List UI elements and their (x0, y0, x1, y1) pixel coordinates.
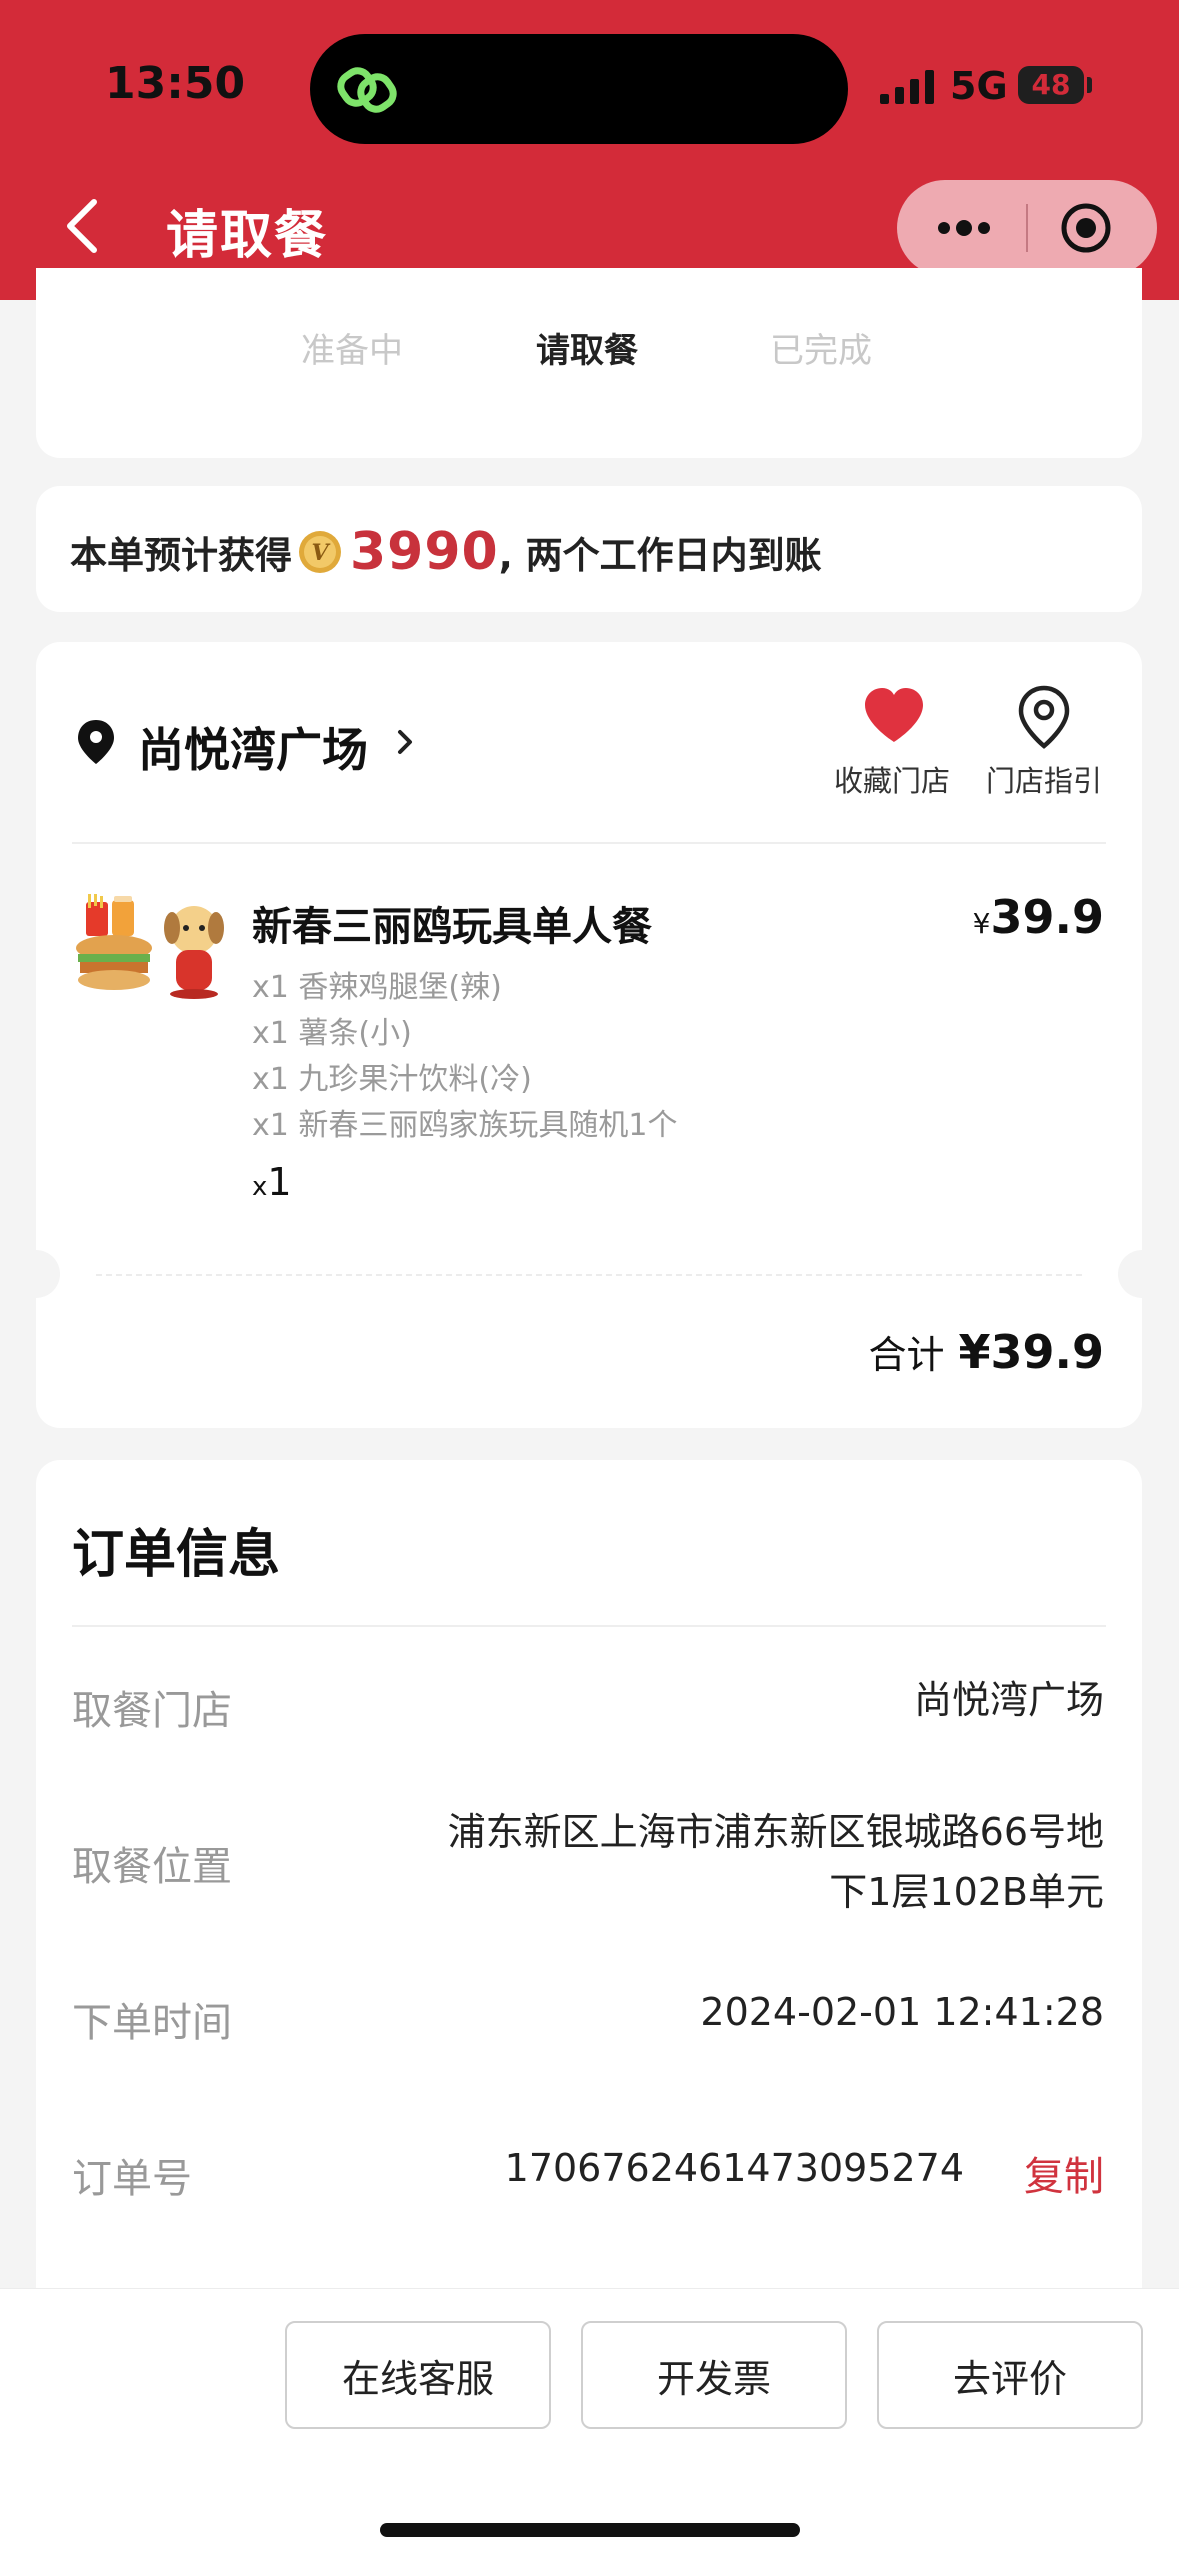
sub-item: x1 薯条(小) (252, 1016, 412, 1051)
coin-icon: V (299, 531, 341, 573)
location-pin-icon (78, 720, 114, 764)
quantity-prefix: x (252, 1172, 268, 1202)
points-suffix: , 两个工作日内到账 (498, 534, 822, 577)
meal-name: 新春三丽鸥玩具单人餐 (252, 904, 652, 950)
order-number-label: 订单号 (72, 2156, 192, 2202)
home-indicator (380, 2523, 800, 2537)
quantity-value: 1 (267, 1160, 292, 1204)
pickup-location-value-line1: 浦东新区上海市浦东新区银城路66号地 (447, 1810, 1104, 1854)
link-app-icon (337, 67, 397, 113)
sub-item: x1 香辣鸡腿堡(辣) (252, 970, 502, 1005)
points-card: 本单预计获得 V 3990 , 两个工作日内到账 (36, 486, 1142, 612)
order-detail-screen: 13:50 5G 48 请取餐 准备中 请取餐 已完成 本单预计获得 V 399… (0, 0, 1179, 2556)
bottom-action-bar: 在线客服 开发票 去评价 (0, 2288, 1179, 2556)
pickup-location-label: 取餐位置 (72, 1844, 232, 1890)
step-ready-for-pickup: 请取餐 (536, 331, 638, 371)
header-bar: 13:50 5G 48 请取餐 (0, 0, 1179, 300)
order-items-card: 尚悦湾广场 收藏门店 门店指引 新春三丽鸥玩具单人餐 ¥39.9 x1 香辣鸡腿… (12, 642, 1166, 1428)
ticket-notch-right (1118, 1250, 1166, 1298)
battery-icon: 48 (1018, 66, 1084, 104)
favorite-store-label[interactable]: 收藏门店 (834, 758, 950, 800)
divider (72, 842, 1106, 844)
more-icon[interactable] (934, 202, 994, 254)
order-number-value: 1706762461473095274 (504, 2146, 964, 2190)
meal-quantity: x1 (252, 1160, 292, 1204)
heart-icon[interactable] (862, 686, 926, 746)
close-miniprogram-icon[interactable] (1060, 202, 1112, 254)
pickup-store-value: 尚悦湾广场 (913, 1678, 1104, 1722)
copy-order-number-button[interactable]: 复制 (1024, 2144, 1104, 2202)
currency-symbol: ¥ (972, 907, 991, 940)
map-pin-outline-icon[interactable] (1016, 684, 1072, 750)
svg-text:V: V (311, 540, 330, 566)
cellular-signal-icon (880, 70, 934, 104)
price-amount: 39.9 (990, 890, 1105, 944)
sub-item: x1 新春三丽鸥家族玩具随机1个 (252, 1108, 678, 1143)
step-completed: 已完成 (770, 331, 872, 371)
points-prefix: 本单预计获得 (70, 534, 292, 577)
meal-price: ¥39.9 (973, 890, 1104, 944)
step-preparing: 准备中 (301, 331, 403, 371)
points-amount: 3990 (350, 522, 499, 582)
order-time-label: 下单时间 (72, 2000, 232, 2046)
ticket-notch-left (12, 1250, 60, 1298)
dynamic-island (310, 34, 848, 144)
miniprogram-capsule (897, 180, 1157, 276)
sub-item: x1 九珍果汁饮料(冷) (252, 1062, 532, 1097)
issue-invoice-button[interactable]: 开发票 (581, 2321, 847, 2429)
order-info-title: 订单信息 (72, 1525, 281, 1585)
points-row: 本单预计获得 V 3990 , 两个工作日内到账 (70, 522, 822, 582)
pickup-store-label: 取餐门店 (72, 1688, 232, 1734)
order-total: 合计 ¥39.9 (868, 1324, 1104, 1379)
back-arrow-icon[interactable] (60, 196, 104, 256)
total-label: 合计 (868, 1333, 945, 1377)
page-title: 请取餐 (166, 206, 329, 266)
chevron-right-icon[interactable] (394, 726, 416, 758)
status-time: 13:50 (105, 58, 246, 109)
pickup-location-value-line2: 下1层102B单元 (829, 1870, 1104, 1914)
dashed-separator (96, 1274, 1082, 1276)
online-service-button[interactable]: 在线客服 (285, 2321, 551, 2429)
total-value: ¥39.9 (958, 1325, 1104, 1379)
order-progress-card: 准备中 请取餐 已完成 (36, 268, 1142, 458)
meal-image (76, 894, 224, 999)
network-type: 5G (950, 64, 1008, 108)
store-guide-label[interactable]: 门店指引 (986, 758, 1102, 800)
store-name[interactable]: 尚悦湾广场 (138, 714, 368, 780)
capsule-divider (1026, 204, 1028, 252)
order-time-value: 2024-02-01 12:41:28 (700, 1990, 1104, 2034)
divider (72, 1625, 1106, 1627)
battery-tip (1087, 77, 1092, 93)
write-review-button[interactable]: 去评价 (877, 2321, 1143, 2429)
